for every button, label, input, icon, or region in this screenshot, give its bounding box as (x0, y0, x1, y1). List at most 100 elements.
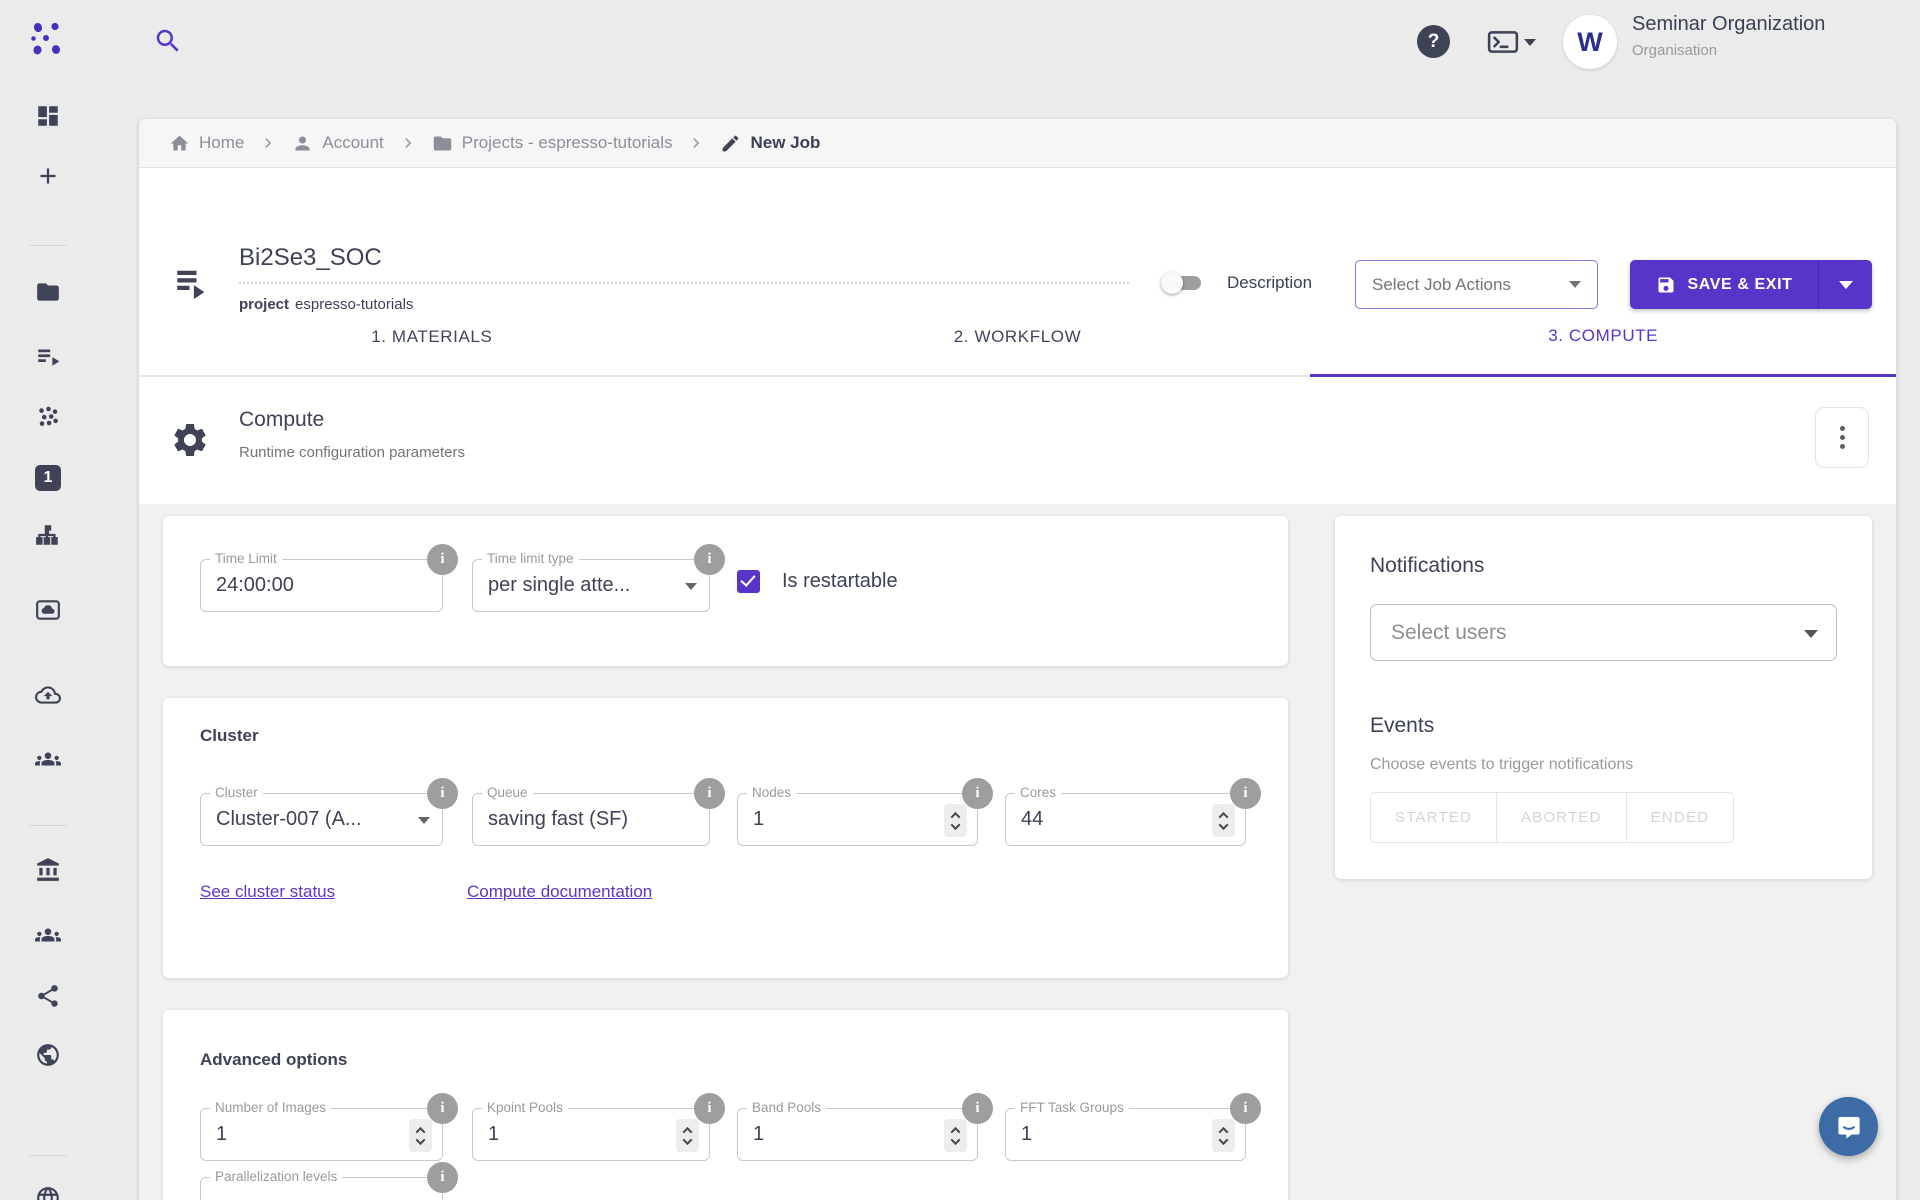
parallelization-levels-field[interactable]: Parallelization levels (200, 1177, 443, 1200)
project-label: project (239, 296, 289, 313)
save-options-caret[interactable] (1818, 260, 1872, 309)
event-button-group: STARTED ABORTED ENDED (1370, 792, 1734, 843)
cluster-select[interactable]: Cluster Cluster-007 (A... (200, 793, 443, 846)
stepper-arrows-icon[interactable] (944, 1119, 967, 1152)
sidebar-item-filter-one[interactable]: 1 (35, 465, 61, 491)
chevron-down-icon (685, 583, 697, 590)
stepper-arrows-icon[interactable] (1212, 804, 1235, 837)
info-icon[interactable] (694, 1093, 725, 1124)
compute-section-header: Compute Runtime configuration parameters (139, 377, 1896, 504)
select-job-actions-dropdown[interactable]: Select Job Actions (1355, 260, 1598, 309)
breadcrumb-projects[interactable]: Projects - espresso-tutorials (432, 133, 673, 154)
advanced-options-card: Advanced options Number of Images 1 Kpoi… (163, 1010, 1288, 1200)
chevron-right-icon (258, 133, 278, 153)
kpoint-pools-stepper[interactable]: Kpoint Pools 1 (472, 1108, 710, 1161)
sidebar-item-create-new[interactable] (35, 163, 61, 189)
info-icon[interactable] (962, 778, 993, 809)
info-icon[interactable] (427, 1162, 458, 1193)
description-toggle[interactable] (1161, 272, 1205, 294)
org-switcher[interactable]: Seminar Organization Organisation (1632, 13, 1825, 59)
cluster-card: Cluster Cluster Cluster-007 (A... Queue … (163, 698, 1288, 978)
cores-stepper[interactable]: Cores 44 (1005, 793, 1246, 846)
job-details-icon[interactable] (172, 262, 214, 304)
sidebar-item-media-cloud[interactable] (35, 597, 61, 623)
help-icon[interactable] (1417, 25, 1450, 58)
org-role: Organisation (1632, 42, 1825, 59)
tab-compute[interactable]: 3. COMPUTE (1310, 298, 1896, 377)
stepper-arrows-icon[interactable] (676, 1119, 699, 1152)
chevron-down-icon (1839, 281, 1853, 289)
field-value: 1 (216, 1109, 404, 1160)
field-value: 1 (488, 1109, 671, 1160)
info-icon[interactable] (1230, 778, 1261, 809)
console-menu-icon[interactable] (1487, 28, 1539, 56)
sidebar-item-projects-folder[interactable] (35, 279, 61, 305)
chat-launcher[interactable] (1819, 1097, 1878, 1156)
checkbox-label: Is restartable (782, 570, 898, 593)
sidebar-item-language-globe[interactable] (35, 1185, 61, 1200)
sidebar-item-materials-dots[interactable] (35, 403, 61, 429)
stepper-arrows-icon[interactable] (409, 1119, 432, 1152)
field-value: 44 (1021, 794, 1207, 845)
number-of-images-stepper[interactable]: Number of Images 1 (200, 1108, 443, 1161)
info-icon[interactable] (694, 778, 725, 809)
sidebar-item-share[interactable] (35, 983, 61, 1009)
see-cluster-status-link[interactable]: See cluster status (200, 882, 335, 902)
event-aborted-button[interactable]: ABORTED (1497, 792, 1627, 843)
kebab-menu-icon[interactable] (1815, 407, 1869, 468)
sidebar-divider (30, 1155, 66, 1156)
avatar[interactable]: W (1563, 15, 1617, 69)
field-value: saving fast (SF) (488, 794, 671, 845)
chevron-right-icon (398, 133, 418, 153)
info-icon[interactable] (1230, 1093, 1261, 1124)
save-icon (1656, 275, 1676, 295)
fft-task-groups-stepper[interactable]: FFT Task Groups 1 (1005, 1108, 1246, 1161)
search-icon[interactable] (152, 26, 184, 58)
queue-field[interactable]: Queue saving fast (SF) (472, 793, 710, 846)
stepper-arrows-icon[interactable] (1212, 1119, 1235, 1152)
select-users-dropdown[interactable]: Select users (1370, 604, 1837, 661)
nodes-stepper[interactable]: Nodes 1 (737, 793, 978, 846)
band-pools-stepper[interactable]: Band Pools 1 (737, 1108, 978, 1161)
time-limit-type-select[interactable]: Time limit type per single atte... (472, 559, 710, 612)
is-restartable-checkbox[interactable]: Is restartable (737, 570, 898, 593)
breadcrumb-home[interactable]: Home (169, 133, 244, 154)
info-icon[interactable] (427, 544, 458, 575)
info-icon[interactable] (427, 778, 458, 809)
compute-documentation-link[interactable]: Compute documentation (467, 882, 652, 902)
field-value: Cluster-007 (A... (216, 794, 404, 845)
sidebar-item-cloud-upload[interactable] (35, 682, 61, 708)
sidebar-item-team-group[interactable] (35, 746, 61, 772)
breadcrumb: Home Account Projects - espresso-tutoria… (139, 119, 1896, 168)
pencil-icon (720, 133, 741, 154)
person-icon (292, 133, 313, 154)
sidebar-item-institution-bank[interactable] (35, 857, 61, 883)
info-icon[interactable] (962, 1093, 993, 1124)
info-icon[interactable] (694, 544, 725, 575)
sidebar-item-workflows-tree[interactable] (35, 522, 61, 548)
sidebar-item-jobs-playlist[interactable] (35, 343, 61, 369)
sidebar-item-public-globe[interactable] (35, 1042, 61, 1068)
home-icon (169, 133, 190, 154)
time-limit-field[interactable]: Time Limit 24:00:00 (200, 559, 443, 612)
field-value: 1 (1021, 1109, 1207, 1160)
chevron-down-icon (1524, 39, 1536, 46)
info-icon[interactable] (427, 1093, 458, 1124)
project-line: projectespresso-tutorials (239, 296, 1129, 313)
notifications-card: Notifications Select users Events Choose… (1335, 516, 1872, 879)
sidebar-divider (30, 245, 66, 246)
sidebar-item-dashboard[interactable] (35, 103, 61, 129)
save-and-exit-button[interactable]: SAVE & EXIT (1630, 260, 1818, 309)
stepper-arrows-icon[interactable] (944, 804, 967, 837)
checkbox-checked-icon (737, 570, 760, 593)
event-ended-button[interactable]: ENDED (1627, 792, 1735, 843)
section-subtitle: Runtime configuration parameters (239, 444, 465, 461)
events-heading: Events (1370, 714, 1434, 738)
job-title[interactable]: Bi2Se3_SOC (239, 244, 1129, 284)
section-title: Compute (239, 408, 324, 432)
app-logo-icon[interactable] (28, 20, 68, 60)
event-started-button[interactable]: STARTED (1370, 792, 1497, 843)
toggle-knob (1161, 272, 1183, 294)
sidebar-item-org-group[interactable] (35, 922, 61, 948)
breadcrumb-account[interactable]: Account (292, 133, 383, 154)
